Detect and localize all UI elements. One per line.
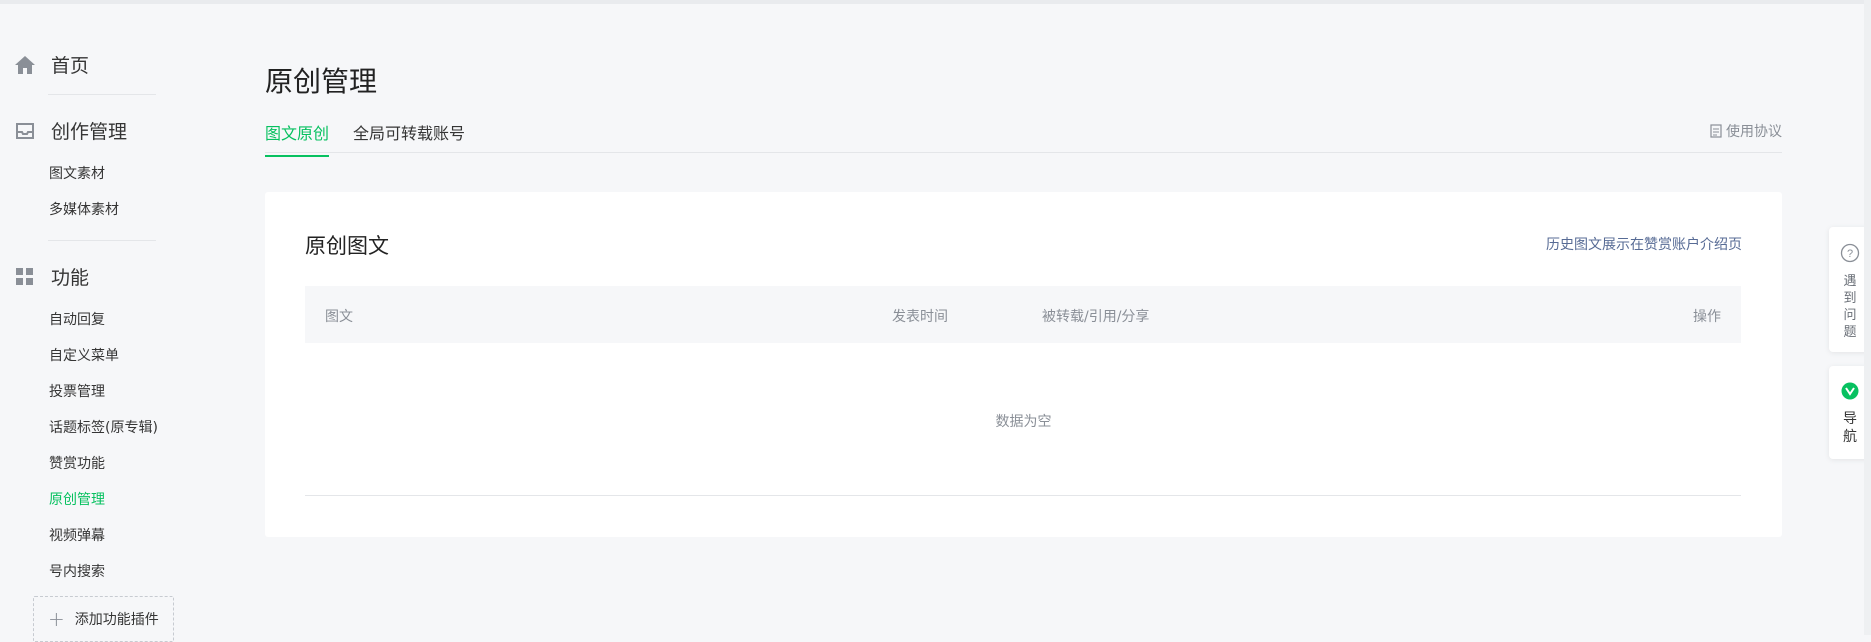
table-bottom-border [305, 495, 1741, 496]
card-title: 原创图文 [305, 234, 389, 258]
sidebar-item-custom-menu[interactable]: 自定义菜单 [49, 345, 119, 365]
home-icon [14, 54, 36, 76]
grid-icon [14, 266, 36, 288]
add-plugin-label: 添加功能插件 [74, 612, 159, 628]
column-article: 图文 [325, 309, 353, 325]
column-actions: 操作 [1693, 309, 1721, 325]
column-reprint: 被转载/引用/分享 [1042, 309, 1150, 325]
add-plugin-button[interactable]: + 添加功能插件 [33, 596, 174, 642]
top-strip [0, 0, 1871, 4]
nav-divider [48, 94, 156, 95]
history-articles-link[interactable]: 历史图文展示在赞赏账户介绍页 [1546, 234, 1742, 254]
sidebar-item-video-danmaku[interactable]: 视频弹幕 [49, 525, 105, 545]
sidebar-item-auto-reply[interactable]: 自动回复 [49, 309, 105, 329]
sidebar: 首页 创作管理 图文素材 多媒体素材 功能 自动回复 自定义菜单 投票管理 话题… [0, 0, 200, 642]
sidebar-item-topic-tags[interactable]: 话题标签(原专辑) [49, 417, 158, 437]
sidebar-item-search[interactable]: 号内搜索 [49, 561, 105, 581]
sidebar-features-label: 功能 [51, 267, 90, 289]
sidebar-home[interactable]: 首页 [14, 51, 89, 78]
nav-icon [1841, 382, 1859, 404]
sidebar-creation-label: 创作管理 [51, 121, 128, 143]
page-title: 原创管理 [265, 65, 378, 98]
inbox-icon [14, 120, 36, 142]
column-publish-time: 发表时间 [892, 309, 948, 325]
scrollbar[interactable] [1864, 0, 1871, 635]
tab-bar: 图文原创 全局可转载账号 使用协议 [265, 108, 1782, 157]
usage-agreement-link[interactable]: 使用协议 [1710, 121, 1782, 141]
nav-label: 导航 [1843, 411, 1857, 445]
tab-original-articles[interactable]: 图文原创 [265, 120, 330, 157]
empty-state: 数据为空 [995, 414, 1052, 430]
sidebar-home-label: 首页 [51, 55, 90, 77]
sidebar-item-reward[interactable]: 赞赏功能 [49, 453, 105, 473]
table-header: 图文 发表时间 被转载/引用/分享 操作 [305, 286, 1741, 343]
sidebar-features[interactable]: 功能 [14, 263, 89, 290]
plus-icon: + [48, 607, 65, 631]
svg-text:?: ? [1847, 248, 1853, 260]
help-label: 遇到问题 [1843, 274, 1857, 340]
sidebar-creation[interactable]: 创作管理 [14, 117, 127, 144]
tab-reprint-accounts[interactable]: 全局可转载账号 [353, 120, 465, 155]
sidebar-item-articles[interactable]: 图文素材 [49, 163, 105, 183]
original-articles-card: 原创图文 历史图文展示在赞赏账户介绍页 图文 发表时间 被转载/引用/分享 操作… [265, 192, 1782, 537]
nav-divider [48, 240, 156, 241]
sidebar-item-vote[interactable]: 投票管理 [49, 381, 105, 401]
document-icon [1710, 124, 1722, 138]
sidebar-item-original[interactable]: 原创管理 [49, 489, 105, 509]
usage-agreement-label: 使用协议 [1726, 124, 1782, 140]
question-icon: ? [1840, 243, 1860, 267]
sidebar-item-media[interactable]: 多媒体素材 [49, 199, 119, 219]
